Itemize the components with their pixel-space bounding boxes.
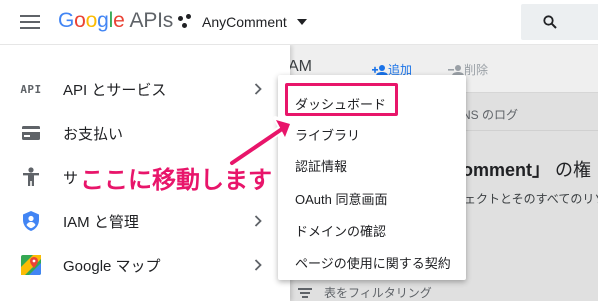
annotation-arrow (228, 116, 294, 167)
annotation-label: ここに移動します (80, 167, 272, 194)
